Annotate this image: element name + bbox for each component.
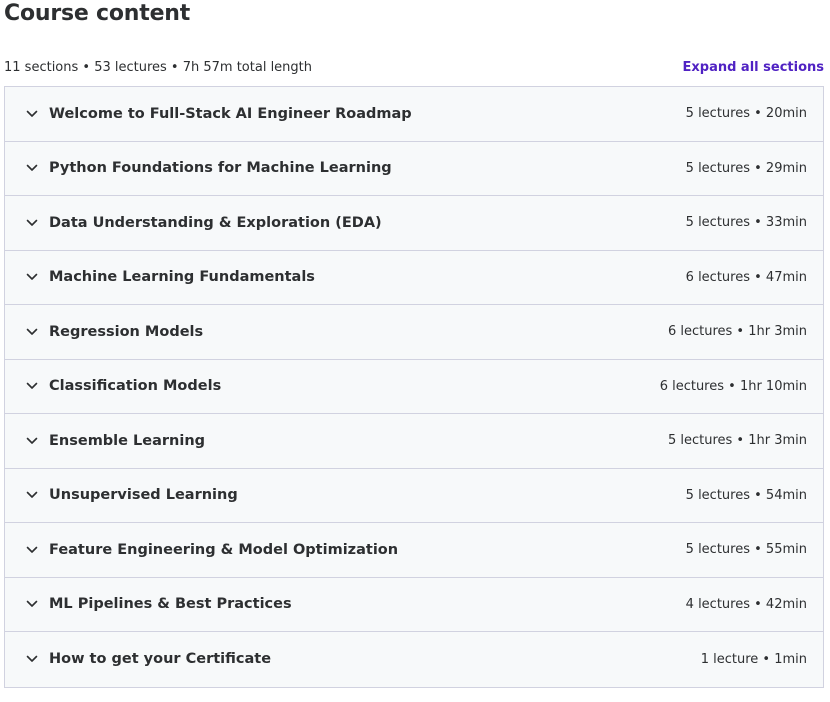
- section-header[interactable]: Machine Learning Fundamentals 6 lectures…: [5, 250, 823, 305]
- section-header[interactable]: Ensemble Learning 5 lectures • 1hr 3min: [5, 414, 823, 469]
- section-meta: 6 lectures • 1hr 10min: [659, 378, 807, 394]
- chevron-down-icon: [25, 161, 39, 175]
- expand-all-sections-button[interactable]: Expand all sections: [683, 60, 825, 75]
- section-header[interactable]: Python Foundations for Machine Learning …: [5, 141, 823, 196]
- chevron-down-icon: [25, 652, 39, 666]
- section-meta: 6 lectures • 1hr 3min: [667, 324, 807, 340]
- section-header[interactable]: Welcome to Full-Stack AI Engineer Roadma…: [5, 87, 823, 142]
- section-header[interactable]: Unsupervised Learning 5 lectures • 54min: [5, 468, 823, 523]
- chevron-down-icon: [25, 107, 39, 121]
- chevron-down-icon: [25, 434, 39, 448]
- section-title: How to get your Certificate: [49, 651, 272, 668]
- chevron-down-icon: [25, 543, 39, 557]
- chevron-down-icon: [25, 379, 39, 393]
- section-title: Regression Models: [49, 323, 204, 340]
- section-header[interactable]: How to get your Certificate 1 lecture • …: [5, 632, 823, 687]
- chevron-down-icon: [25, 325, 39, 339]
- chevron-down-icon: [25, 270, 39, 284]
- page-title: Course content: [4, 1, 191, 26]
- section-header[interactable]: ML Pipelines & Best Practices 4 lectures…: [5, 577, 823, 632]
- section-meta: 5 lectures • 55min: [685, 542, 807, 558]
- sections-accordion: Welcome to Full-Stack AI Engineer Roadma…: [4, 86, 824, 688]
- chevron-down-icon: [25, 597, 39, 611]
- section-title: Ensemble Learning: [49, 432, 206, 449]
- chevron-down-icon: [25, 216, 39, 230]
- section-meta: 4 lectures • 42min: [685, 596, 807, 612]
- section-meta: 5 lectures • 20min: [685, 106, 807, 122]
- chevron-down-icon: [25, 488, 39, 502]
- section-meta: 5 lectures • 33min: [685, 215, 807, 231]
- section-title: Python Foundations for Machine Learning: [49, 160, 392, 177]
- section-title: Classification Models: [49, 378, 222, 395]
- section-header[interactable]: Data Understanding & Exploration (EDA) 5…: [5, 196, 823, 251]
- section-meta: 1 lecture • 1min: [700, 651, 807, 667]
- section-header[interactable]: Feature Engineering & Model Optimization…: [5, 523, 823, 578]
- section-meta: 6 lectures • 47min: [685, 269, 807, 285]
- section-title: Data Understanding & Exploration (EDA): [49, 214, 382, 231]
- section-meta: 5 lectures • 1hr 3min: [667, 433, 807, 449]
- section-title: Welcome to Full-Stack AI Engineer Roadma…: [49, 105, 412, 122]
- section-header[interactable]: Classification Models 6 lectures • 1hr 1…: [5, 359, 823, 414]
- section-title: Machine Learning Fundamentals: [49, 269, 315, 286]
- section-meta: 5 lectures • 29min: [685, 160, 807, 176]
- course-summary: 11 sections • 53 lectures • 7h 57m total…: [4, 59, 313, 75]
- section-title: Feature Engineering & Model Optimization: [49, 541, 399, 558]
- section-meta: 5 lectures • 54min: [685, 487, 807, 503]
- course-summary-row: 11 sections • 53 lectures • 7h 57m total…: [4, 57, 824, 77]
- section-title: ML Pipelines & Best Practices: [49, 596, 292, 613]
- section-header[interactable]: Regression Models 6 lectures • 1hr 3min: [5, 305, 823, 360]
- section-title: Unsupervised Learning: [49, 487, 238, 504]
